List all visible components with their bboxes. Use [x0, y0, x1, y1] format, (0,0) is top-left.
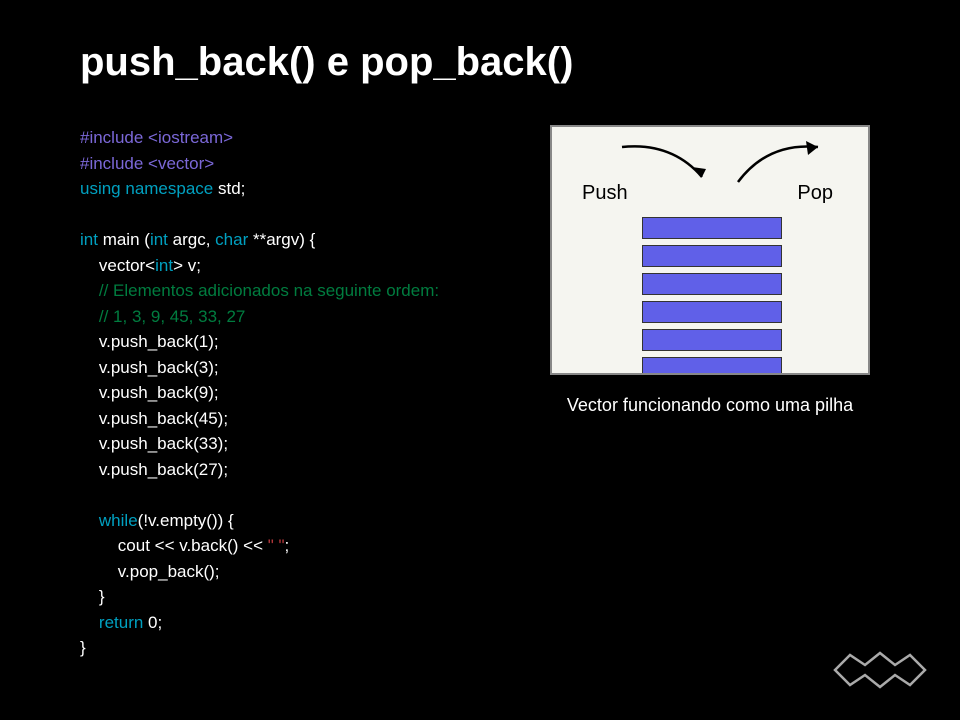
code-line-close-main: }	[80, 635, 500, 661]
code-line-push-1: v.push_back(1);	[80, 329, 500, 355]
code-line-pop: v.pop_back();	[80, 559, 500, 585]
code-line-include-iostream: #include <iostream>	[80, 125, 500, 151]
code-line-push-9: v.push_back(9);	[80, 380, 500, 406]
code-line-using: using namespace std;	[80, 176, 500, 202]
code-line-cout: cout << v.back() << " ";	[80, 533, 500, 559]
pop-label: Pop	[797, 182, 833, 205]
code-line-blank-1	[80, 202, 500, 228]
push-pop-diagram: Push Pop	[550, 125, 870, 375]
stack-item	[642, 245, 782, 267]
code-line-push-27: v.push_back(27);	[80, 457, 500, 483]
code-line-comment-2: // 1, 3, 9, 45, 33, 27	[80, 304, 500, 330]
stack-item	[642, 273, 782, 295]
slide: push_back() e pop_back() #include <iostr…	[0, 0, 960, 720]
right-column: Push Pop Vector funcionando como uma pil…	[540, 125, 880, 661]
push-label: Push	[582, 182, 628, 205]
stack-item	[642, 329, 782, 351]
gdp-logo-icon	[830, 645, 930, 700]
code-block: #include <iostream> #include <vector> us…	[80, 125, 500, 661]
code-line-vector-decl: vector<int> v;	[80, 253, 500, 279]
code-line-include-vector: #include <vector>	[80, 151, 500, 177]
code-line-push-45: v.push_back(45);	[80, 406, 500, 432]
slide-title: push_back() e pop_back()	[80, 40, 880, 85]
code-line-close-while: }	[80, 584, 500, 610]
stack-item	[642, 301, 782, 323]
code-line-main: int main (int argc, char **argv) {	[80, 227, 500, 253]
code-line-while: while(!v.empty()) {	[80, 508, 500, 534]
code-line-push-33: v.push_back(33);	[80, 431, 500, 457]
diagram-caption: Vector funcionando como uma pilha	[567, 395, 853, 416]
stack-container	[642, 217, 782, 375]
code-line-push-3: v.push_back(3);	[80, 355, 500, 381]
stack-item	[642, 357, 782, 375]
stack-item	[642, 217, 782, 239]
code-line-return: return 0;	[80, 610, 500, 636]
code-line-comment-1: // Elementos adicionados na seguinte ord…	[80, 278, 500, 304]
code-line-blank-2	[80, 482, 500, 508]
content-row: #include <iostream> #include <vector> us…	[80, 125, 880, 661]
